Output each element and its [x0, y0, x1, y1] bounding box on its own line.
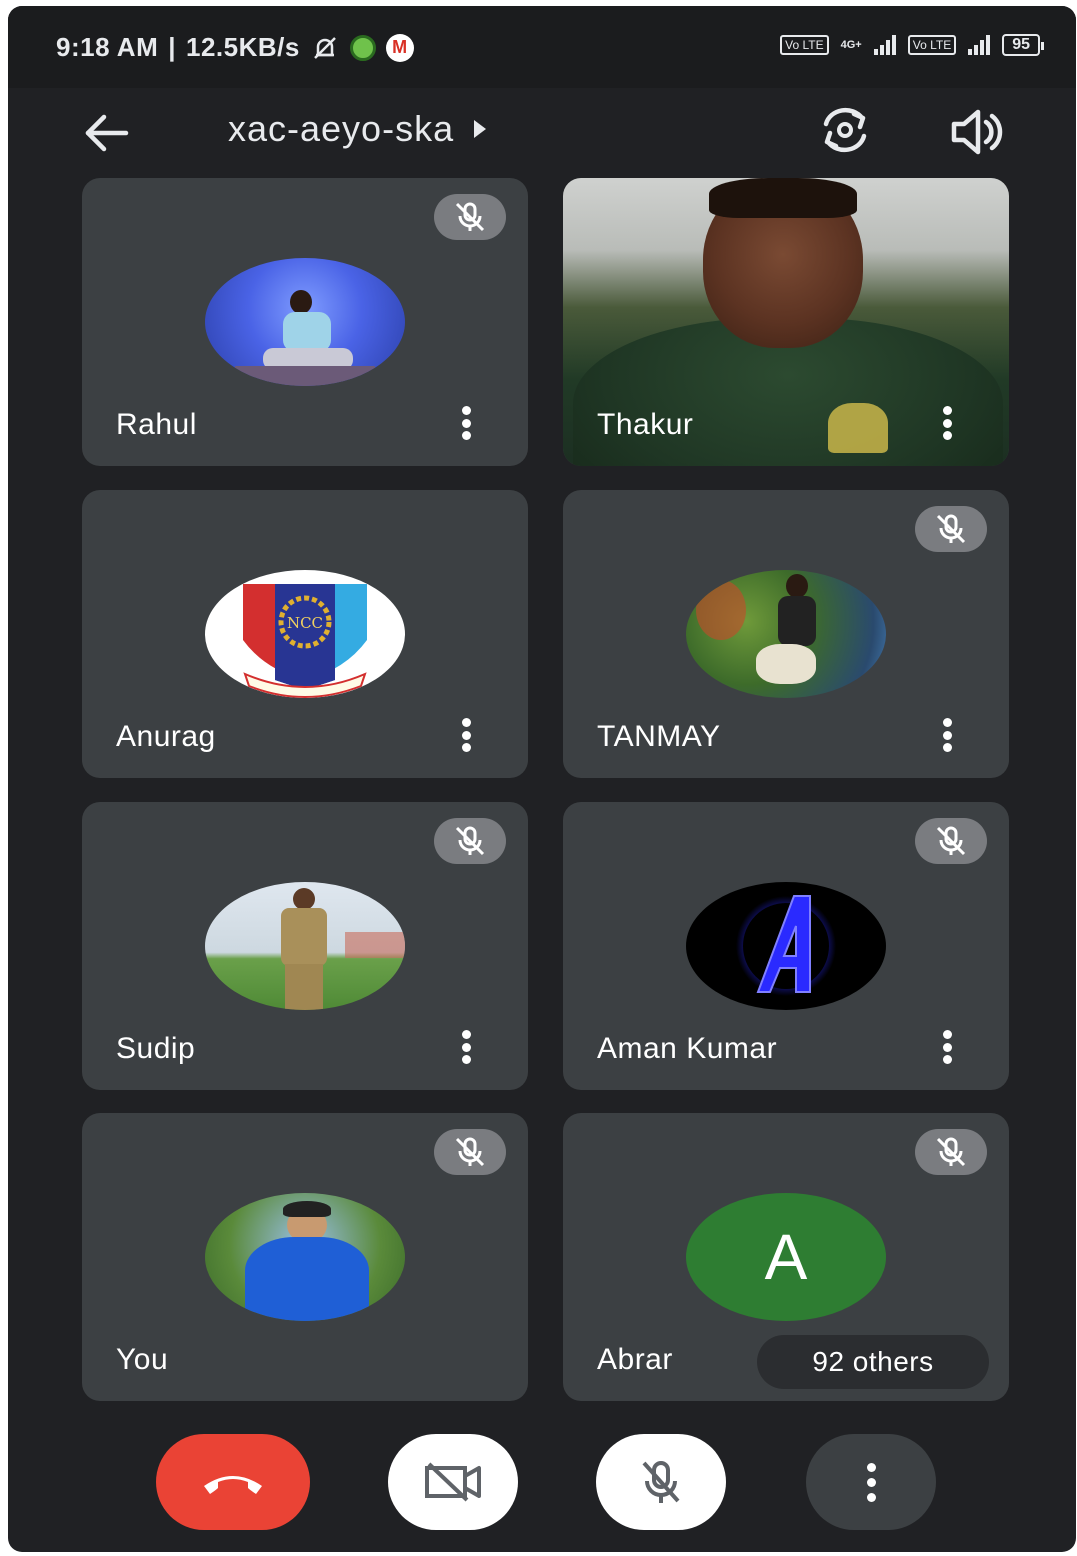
mic-off-badge — [434, 1129, 506, 1175]
video-person-hair — [709, 178, 857, 218]
mic-off-badge — [915, 506, 987, 552]
avatar — [205, 258, 405, 386]
participant-tile-rahul[interactable]: Rahul — [82, 178, 528, 466]
ncc-text: NCC — [287, 614, 323, 632]
participant-tile-tanmay[interactable]: TANMAY — [563, 490, 1009, 778]
gmail-icon: M — [385, 33, 414, 62]
app-notification-icon — [349, 34, 376, 61]
mic-off-icon — [936, 826, 966, 856]
mic-off-icon — [936, 514, 966, 544]
meeting-header: xac-aeyo-ska — [8, 88, 1076, 178]
participant-tile-thakur[interactable]: Thakur — [563, 178, 1009, 466]
mic-off-badge — [434, 194, 506, 240]
more-options-icon[interactable] — [941, 406, 953, 440]
camera-toggle-button[interactable] — [388, 1434, 518, 1530]
participant-name: TANMAY — [597, 720, 721, 753]
avatar — [205, 882, 405, 1010]
avatar — [205, 1193, 405, 1321]
participant-name: Sudip — [116, 1032, 196, 1065]
meeting-code: xac-aeyo-ska — [228, 108, 455, 149]
end-call-button[interactable] — [156, 1434, 310, 1530]
phone-screen: 9:18 AM | 12.5KB/s M Vo LTE 4G+ Vo LTE 9… — [8, 6, 1076, 1552]
speaker-icon[interactable] — [948, 106, 1004, 158]
avatar-initial: A — [686, 1193, 886, 1321]
avengers-logo-icon — [729, 889, 843, 1003]
participant-name: Aman Kumar — [597, 1032, 778, 1065]
more-options-button[interactable] — [806, 1434, 936, 1530]
network-speed: 12.5KB/s — [186, 32, 300, 62]
mic-off-icon — [936, 1137, 966, 1167]
phone-hangup-icon — [204, 1476, 262, 1494]
mic-off-icon — [455, 826, 485, 856]
more-options-icon[interactable] — [941, 718, 953, 752]
switch-camera-icon[interactable] — [814, 102, 876, 158]
participant-tile-aman-kumar[interactable]: Aman Kumar — [563, 802, 1009, 1090]
mic-toggle-button[interactable] — [596, 1434, 726, 1530]
battery-icon: 95 — [1002, 34, 1044, 56]
mic-off-badge — [434, 818, 506, 864]
more-options-icon[interactable] — [941, 1030, 953, 1064]
status-time: 9:18 AM — [56, 32, 159, 62]
mic-off-icon — [642, 1461, 680, 1503]
participant-name: Rahul — [116, 408, 197, 441]
signal-icon — [873, 35, 896, 55]
participant-tile-you[interactable]: You — [82, 1113, 528, 1401]
more-options-icon[interactable] — [460, 406, 472, 440]
mic-off-badge — [915, 1129, 987, 1175]
avatar — [686, 882, 886, 1010]
mic-off-icon — [455, 202, 485, 232]
status-left: 9:18 AM | 12.5KB/s M — [56, 32, 414, 63]
ncc-logo-icon: NCC — [243, 584, 367, 698]
participant-name: Anurag — [116, 720, 216, 753]
bell-off-icon — [313, 36, 336, 59]
status-right: Vo LTE 4G+ Vo LTE 95 — [780, 34, 1044, 56]
meeting-code-button[interactable]: xac-aeyo-ska — [228, 108, 487, 150]
volte-badge-2: Vo LTE — [907, 35, 957, 55]
avatar-letter: A — [764, 1221, 808, 1293]
status-bar: 9:18 AM | 12.5KB/s M Vo LTE 4G+ Vo LTE 9… — [8, 6, 1076, 88]
participant-tile-anurag[interactable]: NCC Anurag — [82, 490, 528, 778]
participant-tile-abrar[interactable]: A Abrar 92 others — [563, 1113, 1009, 1401]
participant-name: Thakur — [597, 408, 694, 441]
status-separator: | — [168, 32, 177, 62]
participant-tile-sudip[interactable]: Sudip — [82, 802, 528, 1090]
more-vert-icon — [866, 1462, 876, 1502]
caret-right-icon — [474, 120, 487, 138]
video-jacket-badge — [828, 403, 888, 453]
mic-off-badge — [915, 818, 987, 864]
mic-off-icon — [455, 1137, 485, 1167]
volte-badge: Vo LTE — [780, 35, 829, 55]
avatar: NCC — [205, 570, 405, 698]
back-arrow-icon[interactable] — [80, 106, 134, 160]
network-type: 4G+ — [840, 39, 862, 51]
more-options-icon[interactable] — [460, 1030, 472, 1064]
call-controls — [8, 1426, 1076, 1546]
others-count-chip[interactable]: 92 others — [757, 1335, 989, 1389]
avatar — [686, 570, 886, 698]
signal-icon-2 — [968, 35, 991, 55]
more-options-icon[interactable] — [460, 718, 472, 752]
participant-name: You — [116, 1343, 169, 1376]
participant-name: Abrar — [597, 1343, 673, 1376]
camera-off-icon — [425, 1462, 481, 1502]
